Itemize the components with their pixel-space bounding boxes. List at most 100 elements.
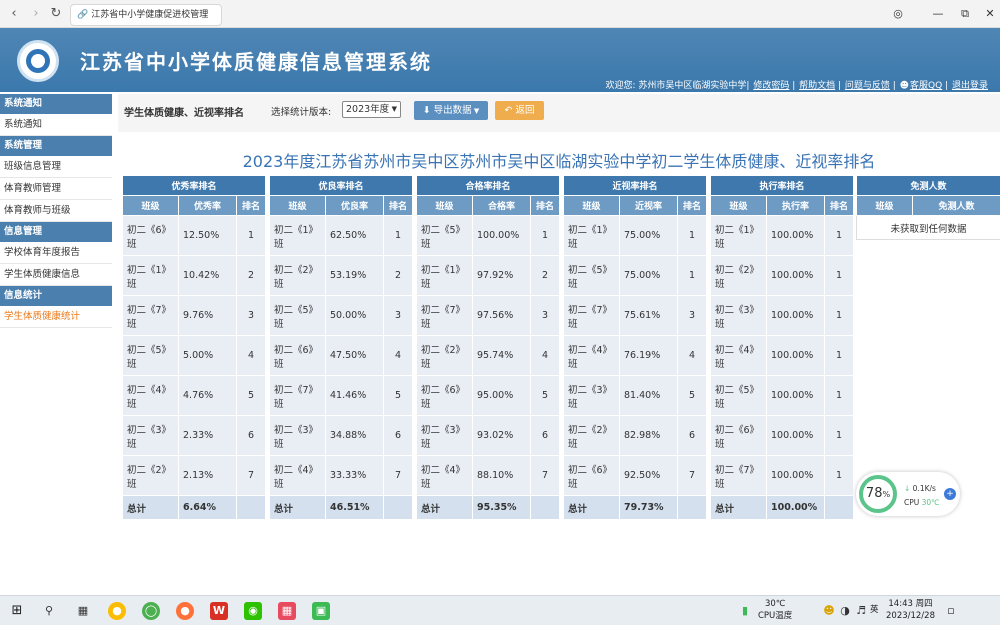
minimize-icon[interactable]: — [930,6,946,22]
table-title: 执行率排名 [709,175,855,196]
app-grid-icon[interactable]: ▦ [278,602,296,620]
column-header: 合格率 [472,195,531,216]
clock[interactable]: 14:43 周四 2023/12/28 [886,598,935,622]
class-cell: 初二《7》班 [710,455,767,496]
net-value: 0.1K/s [912,484,936,493]
sidebar-section-header: 系统管理 [0,136,112,156]
rank-cell: 4 [382,335,414,376]
forward-icon[interactable]: › [28,6,44,22]
rate-cell: 75.61% [619,295,678,336]
reload-icon[interactable]: ↻ [48,6,64,22]
class-cell: 初二《7》班 [122,295,179,336]
ranking-table: 合格率排名 班级 合格率 排名 初二《5》班 100.00% 1 初二《1》班 97.92% 2 初… [415,175,561,520]
class-cell: 初二《3》班 [122,415,179,456]
system-monitor-widget[interactable]: 78% ↓ 0.1K/s CPU 30℃ + [856,472,960,516]
back-label: 返回 [515,105,535,116]
feedback-link[interactable]: 问题与反馈 [845,81,890,91]
class-cell: 初二《5》班 [563,255,620,296]
rate-cell: 75.00% [619,255,678,296]
chevron-down-icon: ▼ [391,105,397,113]
class-cell: 初二《4》班 [563,335,620,376]
sidebar-item[interactable]: 体育教师与班级 [0,200,112,222]
total-label: 总计 [710,495,767,520]
sidebar-item[interactable]: 学校体育年度报告 [0,242,112,264]
column-header: 近视率 [619,195,678,216]
chrome-icon[interactable]: ● [108,602,126,620]
export-button[interactable]: ⬇ 导出数据 ▼ [414,101,488,120]
class-cell: 初二《2》班 [269,255,326,296]
table-row: 初二《7》班 100.00% 1 [710,455,855,496]
column-header: 班级 [269,195,326,216]
ranking-table: 优良率排名 班级 优良率 排名 初二《1》班 62.50% 1 初二《2》班 53.19% 2 初二… [268,175,414,520]
restore-icon[interactable]: ⧉ [957,6,973,22]
plus-icon[interactable]: + [944,488,956,500]
input-language[interactable]: 英 [870,604,879,616]
back-button[interactable]: ↶ 返回 [495,101,544,120]
sidebar-item[interactable]: 学生体质健康统计 [0,306,112,328]
service-qq-link[interactable]: 客服QQ [910,81,942,91]
rank-cell: 6 [676,415,708,456]
logout-link[interactable]: 退出登录 [952,81,988,91]
column-header: 班级 [122,195,179,216]
rank-cell: 4 [676,335,708,376]
rate-cell: 95.74% [472,335,531,376]
table-row: 初二《6》班 95.00% 5 [416,375,561,416]
close-icon[interactable]: ✕ [982,6,998,22]
column-header: 排名 [676,195,708,216]
wps-icon[interactable]: W [210,602,228,620]
table-row: 初二《1》班 10.42% 2 [122,255,267,296]
globe-icon[interactable]: ◎ [890,6,906,22]
wechat-icon[interactable]: ◉ [244,602,262,620]
rank-cell: 5 [382,375,414,416]
class-cell: 初二《4》班 [269,455,326,496]
taskbar: ⊞ ⚲ ▦ ● ◯ ● W ◉ ▦ ▣ ▮ 30℃ CPU温度 ☻ ◑ ♬ 英 1… [0,595,1000,625]
rank-cell: 4 [235,335,267,376]
rank-cell: 6 [382,415,414,456]
rate-cell: 88.10% [472,455,531,496]
total-row: 总计 79.73% [563,495,708,520]
class-cell: 初二《7》班 [563,295,620,336]
report-title: 2023年度江苏省苏州市吴中区苏州市吴中区临湖实验中学初二学生体质健康、近视率排… [242,152,876,171]
sidebar-item[interactable]: 班级信息管理 [0,156,112,178]
back-icon[interactable]: ‹ [6,6,22,22]
undo-icon: ↶ [504,105,516,116]
rank-cell: 1 [235,215,267,256]
table-row: 初二《7》班 75.61% 3 [563,295,708,336]
table-row: 初二《5》班 75.00% 1 [563,255,708,296]
rate-cell: 4.76% [178,375,237,416]
battery-icon[interactable]: ▮ [736,602,754,620]
version-select[interactable]: 2023年度 ▼ [342,101,401,118]
change-password-link[interactable]: 修改密码 [753,81,789,91]
cpu-label: CPU [904,498,920,507]
firefox-icon[interactable]: ● [176,602,194,620]
browser-app-icon[interactable]: ▣ [312,602,330,620]
cpu-temp-tray[interactable]: 30℃ CPU温度 [758,598,792,622]
rank-cell: 5 [235,375,267,416]
rank-cell: 1 [823,335,855,376]
sidebar-item[interactable]: 体育教师管理 [0,178,112,200]
search-icon[interactable]: ⚲ [40,602,58,620]
toolbar: 学生体质健康、近视率排名 选择统计版本: 2023年度 ▼ ⬇ 导出数据 ▼ ↶ … [118,94,1000,132]
column-header: 排名 [235,195,267,216]
table-row: 初二《2》班 95.74% 4 [416,335,561,376]
sidebar-item[interactable]: 学生体质健康信息 [0,264,112,286]
rank-cell: 7 [382,455,414,496]
table-row: 初二《3》班 34.88% 6 [269,415,414,456]
sidebar-item[interactable]: 系统通知 [0,114,112,136]
rank-cell: 7 [676,455,708,496]
windows-start-icon[interactable]: ⊞ [8,602,26,620]
class-cell: 初二《2》班 [416,335,473,376]
help-doc-link[interactable]: 帮助文档 [799,81,835,91]
class-cell: 初二《1》班 [563,215,620,256]
cpu-temp-value: 30℃ [921,498,940,507]
table-row: 初二《3》班 100.00% 1 [710,295,855,336]
table-row: 初二《5》班 5.00% 4 [122,335,267,376]
browser-tab[interactable]: 🔗 江苏省中小学健康促进校管理 [70,4,222,26]
green-app-icon[interactable]: ◯ [142,602,160,620]
volume-icon[interactable]: ♬ [852,602,870,620]
task-view-icon[interactable]: ▦ [74,602,92,620]
notification-icon[interactable]: ▫ [942,602,960,620]
class-cell: 初二《7》班 [269,375,326,416]
rank-cell: 6 [529,415,561,456]
rate-cell: 100.00% [766,215,825,256]
